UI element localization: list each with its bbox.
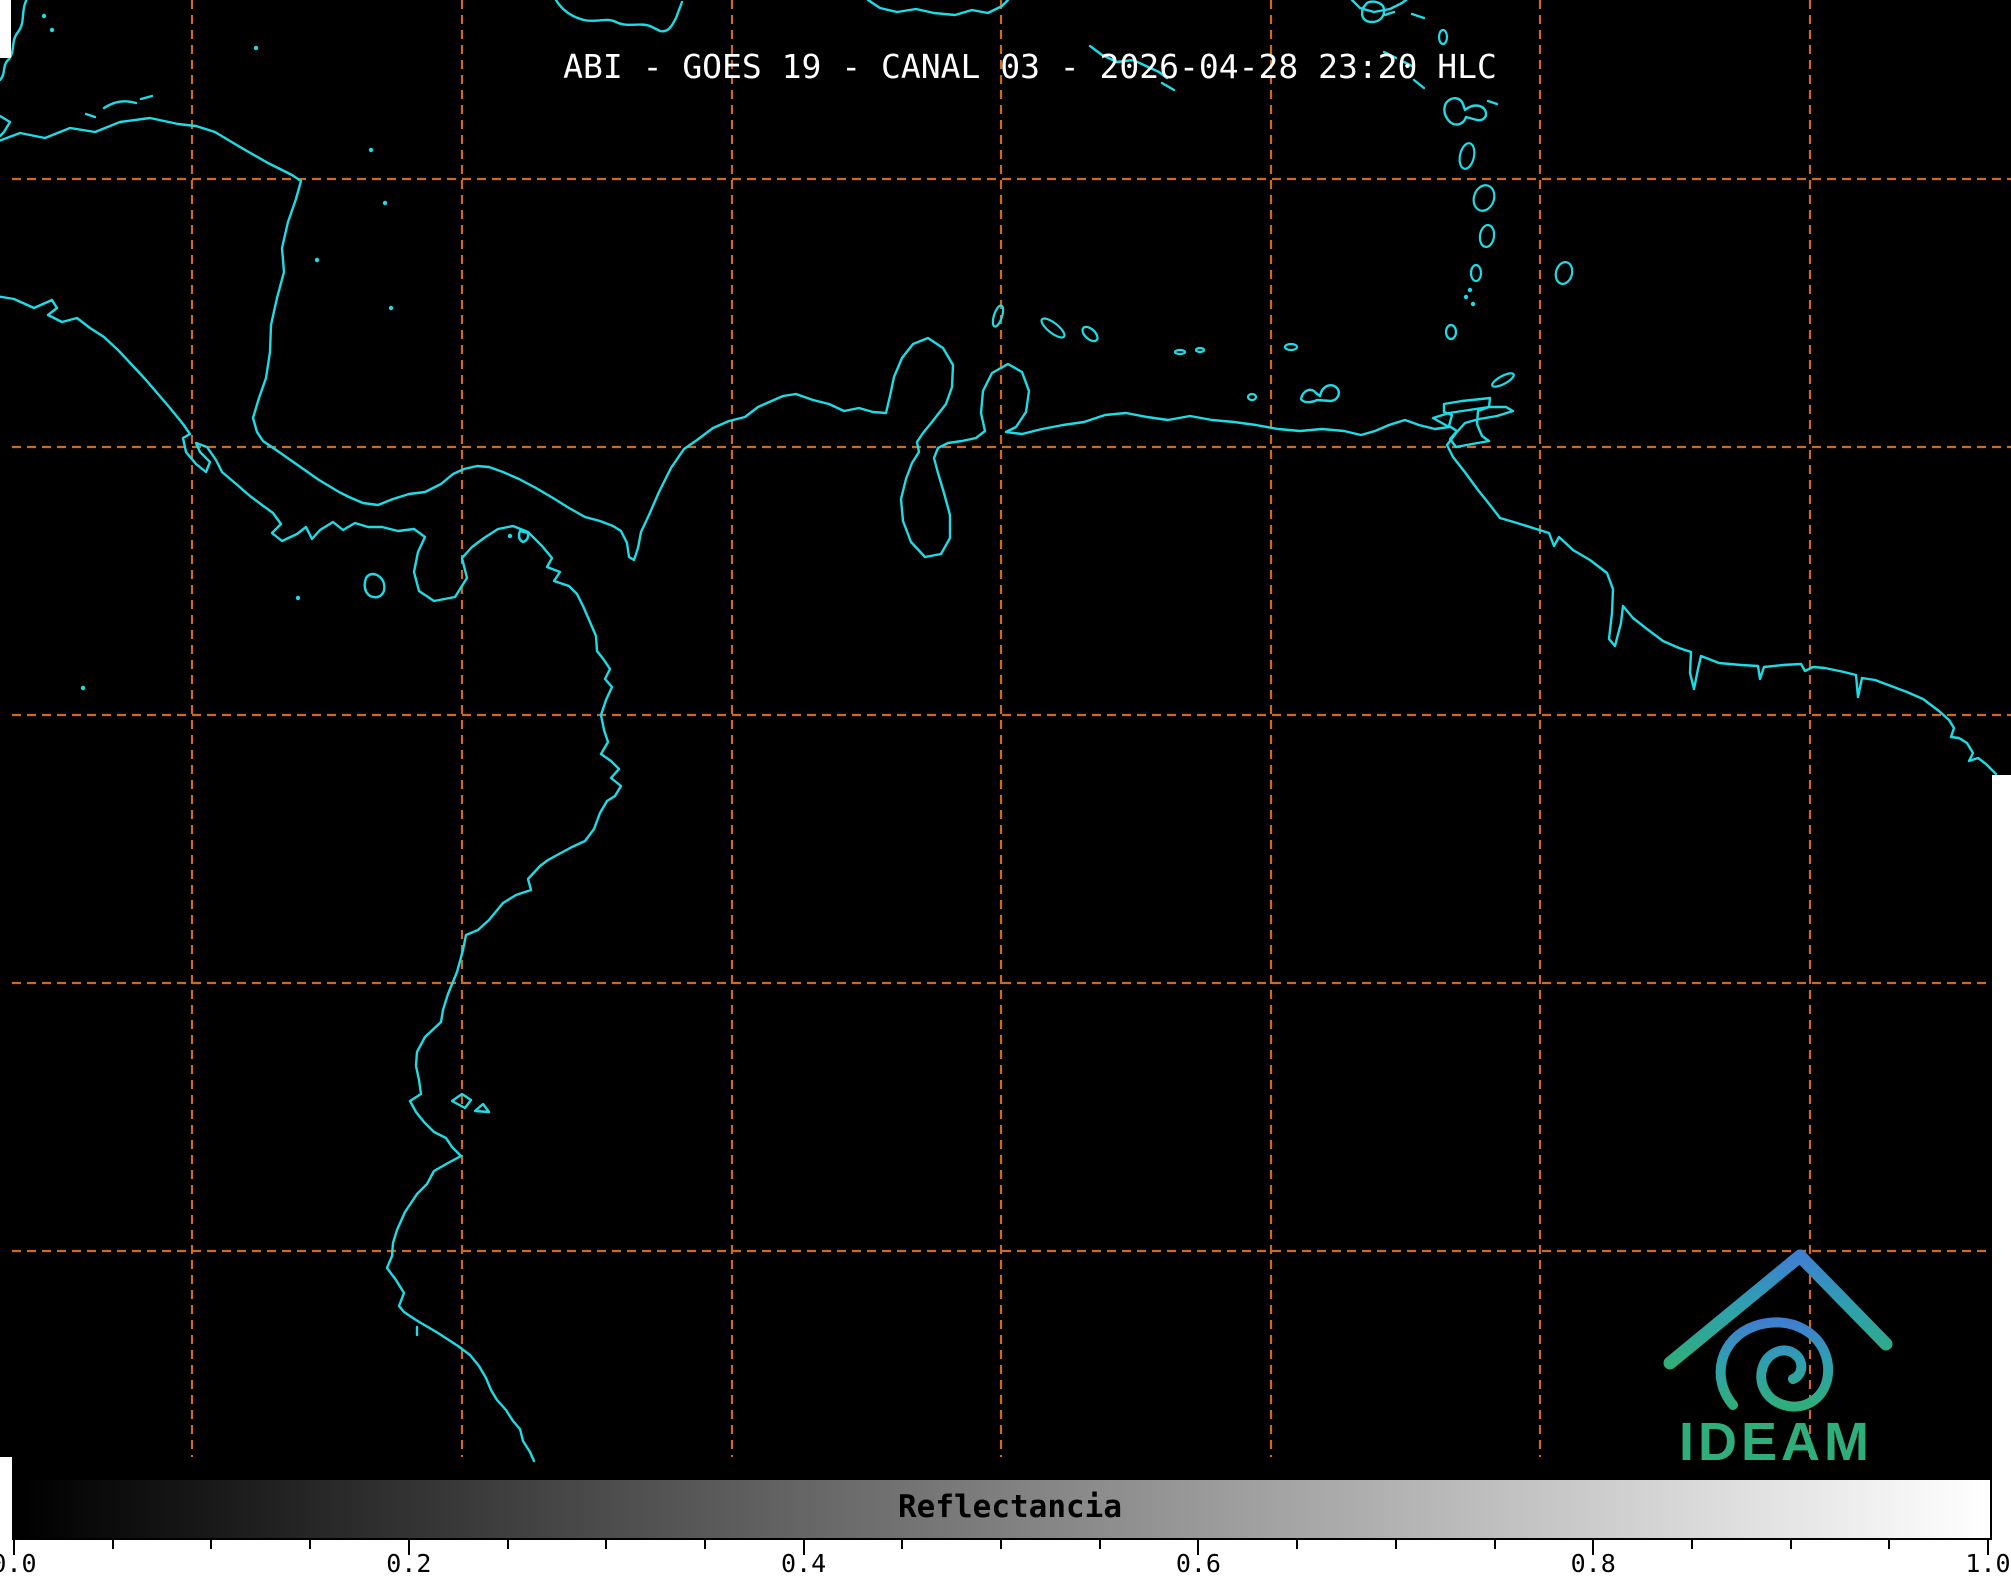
colorbar-minor-tick xyxy=(605,1540,607,1549)
colorbar-minor-tick xyxy=(309,1540,311,1549)
colorbar-minor-tick xyxy=(1494,1540,1496,1549)
islet-dot xyxy=(1464,295,1468,299)
coastline-path xyxy=(86,114,95,117)
colorbar-minor-tick xyxy=(1000,1540,1002,1549)
colorbar-minor-tick xyxy=(1296,1540,1298,1549)
satellite-image-viewer: ABI - GOES 19 - CANAL 03 - 2026-04-28 23… xyxy=(0,0,2011,1577)
islet-dot xyxy=(296,596,300,600)
colorbar-minor-tick xyxy=(1099,1540,1101,1549)
ideam-logo-text: IDEAM xyxy=(1679,1412,1873,1470)
coastline-path xyxy=(1488,101,1497,104)
island-outline xyxy=(1080,324,1100,343)
coastline-path xyxy=(519,531,528,542)
coastline-path xyxy=(104,101,136,108)
colorbar-minor-tick xyxy=(704,1540,706,1549)
coastline-path xyxy=(556,0,682,31)
figure-margin-bottom xyxy=(0,1540,2011,1577)
islet-dot xyxy=(1468,288,1472,292)
island-outline xyxy=(1439,30,1447,44)
island-outline xyxy=(1457,142,1476,170)
island-outline xyxy=(1248,394,1256,400)
colorbar-label: Reflectancia xyxy=(898,1489,1122,1525)
colorbar-minor-tick xyxy=(112,1540,114,1549)
island-outline xyxy=(1196,348,1204,352)
colorbar-minor-tick xyxy=(507,1540,509,1549)
island-outline xyxy=(1471,265,1481,281)
nodata-region-right xyxy=(1992,775,2011,1541)
islet-dot xyxy=(50,28,54,32)
island-outline xyxy=(991,304,1005,327)
colorbar-tick-label: 0.2 xyxy=(386,1549,431,1577)
island-outline xyxy=(1285,344,1297,350)
islet-dot xyxy=(389,306,393,310)
colorbar-tick-label: 0.0 xyxy=(0,1549,37,1577)
page-title: ABI - GOES 19 - CANAL 03 - 2026-04-28 23… xyxy=(563,47,1497,86)
islet-dot xyxy=(315,258,319,262)
islet-dot xyxy=(383,201,387,205)
colorbar-tick-label: 1.0 xyxy=(1965,1549,2010,1577)
island-outline xyxy=(1491,371,1516,389)
islet-dot xyxy=(254,46,258,50)
coastline-path xyxy=(475,1104,489,1112)
colorbar-minor-tick xyxy=(1790,1540,1792,1549)
islet-dot xyxy=(369,148,373,152)
figure-margin-top-left xyxy=(0,0,11,58)
colorbar-minor-tick xyxy=(1691,1540,1693,1549)
coastline-path xyxy=(0,296,621,1461)
island-outline xyxy=(1039,315,1067,340)
colorbar-tick-label: 0.4 xyxy=(781,1549,826,1577)
islet-dot xyxy=(1471,302,1475,306)
islet-dot xyxy=(81,686,85,690)
colorbar-tick-label: 0.6 xyxy=(1176,1549,1221,1577)
colorbar-minor-tick xyxy=(210,1540,212,1549)
coastline-path xyxy=(0,116,10,136)
coastline-path xyxy=(1412,14,1424,18)
island-outline xyxy=(1470,183,1497,214)
coastline-path xyxy=(141,96,152,99)
colorbar-minor-tick xyxy=(901,1540,903,1549)
colorbar-minor-tick xyxy=(1888,1540,1890,1549)
island-outline xyxy=(1175,350,1185,354)
islet-dot xyxy=(42,14,46,18)
island-outline xyxy=(1479,224,1496,248)
coastline-path xyxy=(1444,98,1486,124)
island-outline xyxy=(1446,325,1456,339)
islet-dot xyxy=(508,534,512,538)
ideam-logo: IDEAM xyxy=(1650,1238,1960,1470)
coastline-path xyxy=(365,574,385,597)
colorbar-tick-label: 0.8 xyxy=(1571,1549,1616,1577)
coastline-path xyxy=(1301,385,1339,402)
ideam-logo-mark xyxy=(1670,1256,1886,1407)
coastline-path xyxy=(1385,12,1394,15)
colorbar-minor-tick xyxy=(1395,1540,1397,1549)
island-outline xyxy=(1553,260,1574,285)
coastline-path xyxy=(868,0,1008,15)
